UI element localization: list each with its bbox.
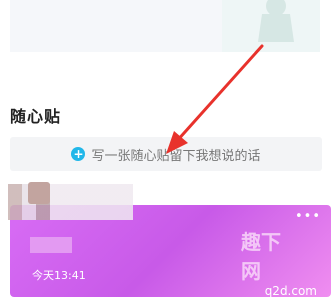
note-timestamp: 今天13:41 xyxy=(32,269,86,282)
more-options-icon[interactable]: ••• xyxy=(295,209,321,224)
top-image-card[interactable] xyxy=(10,0,320,52)
plus-circle-icon: + xyxy=(71,147,86,161)
avatar[interactable] xyxy=(28,182,50,204)
user-info-blurred xyxy=(8,184,133,220)
watermark-title: 趣下网 xyxy=(241,230,281,283)
note-content-blurred xyxy=(30,237,72,253)
watermark-domain: q2d.com xyxy=(264,284,317,298)
person-silhouette-icon xyxy=(258,0,294,42)
section-title: 随心贴 xyxy=(10,107,62,126)
add-note-button[interactable]: + 写一张随心贴留下我想说的话 xyxy=(10,137,322,171)
top-image-tile xyxy=(222,0,320,52)
watermark-logo: 趣下网 q2d.com xyxy=(241,230,325,302)
add-note-label: 写一张随心贴留下我想说的话 xyxy=(91,148,261,164)
